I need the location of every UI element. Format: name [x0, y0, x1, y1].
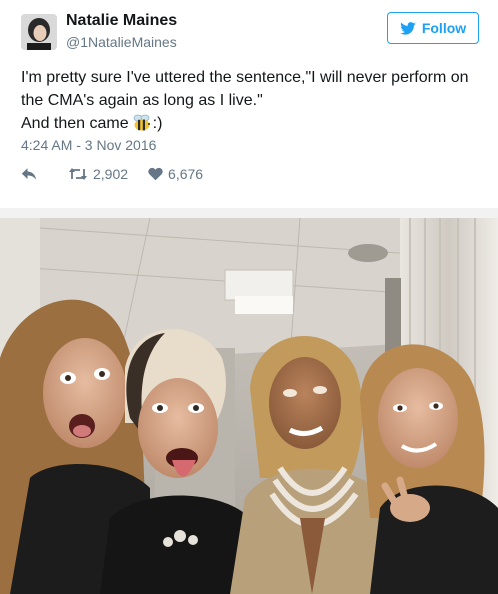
like-button[interactable]: 6,676	[148, 166, 203, 182]
retweet-count: 2,902	[93, 166, 129, 182]
tweet-text-line: And then came :)	[21, 112, 481, 139]
tweet-text-line: I'm pretty sure I've uttered the sentenc…	[21, 69, 469, 86]
follow-button[interactable]: Follow	[387, 12, 479, 44]
like-count: 6,676	[168, 166, 204, 182]
tweet-timestamp[interactable]: 4:24 AM - 3 Nov 2016	[21, 137, 156, 153]
tweet-text: I'm pretty sure I've uttered the sentenc…	[21, 66, 481, 139]
retweet-icon	[69, 168, 87, 180]
tweet-text-suffix: :)	[152, 115, 163, 132]
tweet-text-line: the CMA's again as long as I live."	[21, 92, 263, 109]
heart-icon	[148, 167, 163, 181]
bee-emoji-icon	[132, 114, 152, 139]
divider	[0, 208, 498, 218]
tweet-photo[interactable]	[0, 218, 498, 594]
author-handle[interactable]: @1NatalieMaines	[66, 34, 177, 50]
reply-icon	[21, 168, 37, 180]
tweet-card: Natalie Maines @1NatalieMaines Follow I'…	[0, 0, 498, 205]
tweet-actions: 2,902 6,676	[21, 165, 223, 183]
follow-label: Follow	[421, 20, 467, 36]
avatar[interactable]	[21, 14, 57, 50]
twitter-bird-icon	[400, 21, 416, 35]
reply-button[interactable]	[21, 167, 42, 181]
retweet-button[interactable]: 2,902	[68, 166, 128, 182]
tweet-text-prefix: And then came	[21, 115, 129, 132]
author-name[interactable]: Natalie Maines	[66, 12, 177, 30]
